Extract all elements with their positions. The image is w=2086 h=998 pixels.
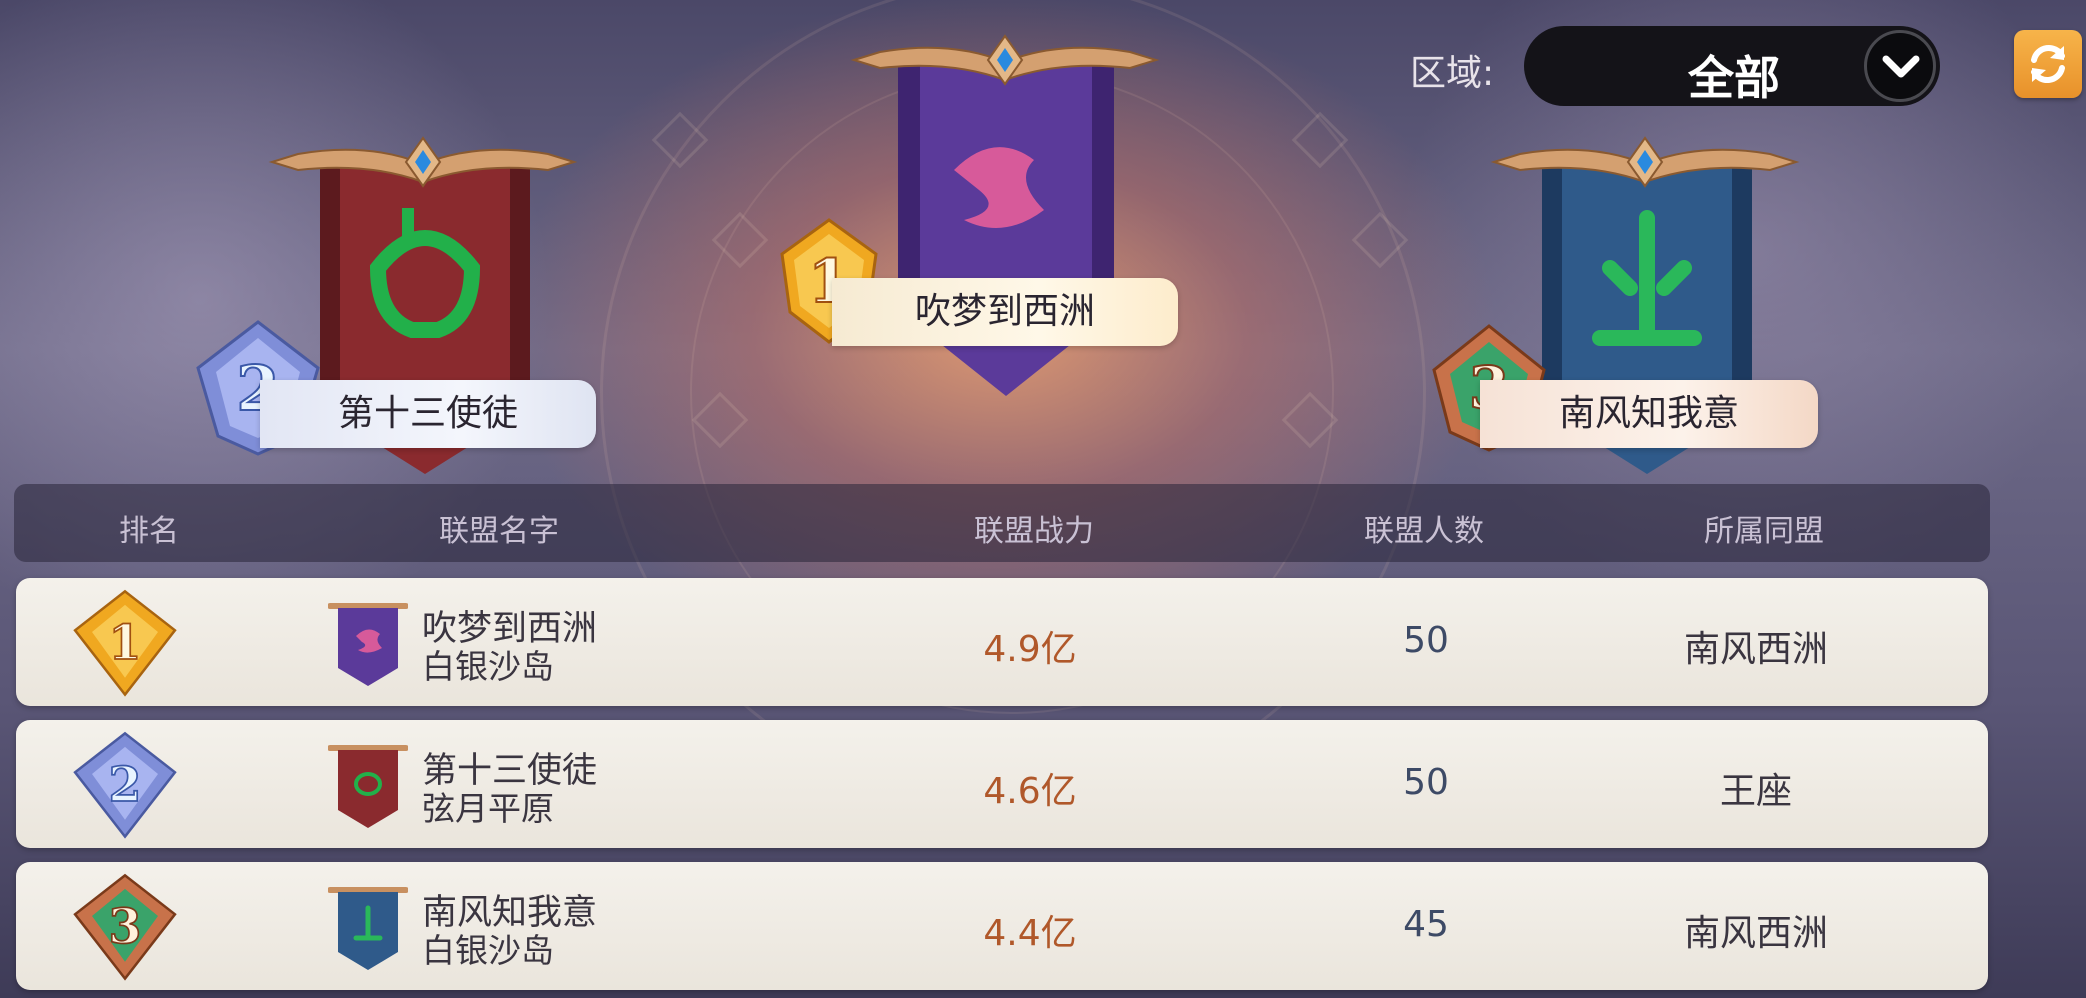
- table-row[interactable]: 3 南风知我意 白银沙岛 4.4亿 45 南风西洲: [16, 862, 1988, 990]
- alliance-group: 南风西洲: [1683, 629, 1828, 670]
- rank-number: 3: [109, 900, 142, 955]
- banner-rod: [850, 34, 1160, 86]
- table-row[interactable]: 1 吹梦到西洲 白银沙岛 4.9亿 50 南风西洲: [16, 578, 1988, 706]
- alliance-flag-icon: [328, 745, 408, 828]
- alliance-members: 45: [1403, 904, 1449, 945]
- podium-name-plate: 南风知我意: [1480, 380, 1818, 448]
- silver-rank-badge: 2: [73, 731, 177, 839]
- bronze-rank-badge: 3: [73, 873, 177, 981]
- alliance-flag-icon: [328, 887, 408, 970]
- rank-number: 1: [109, 616, 142, 671]
- alliance-power: 4.6亿: [983, 771, 1077, 812]
- header-alliance-power: 联盟战力: [974, 514, 1094, 549]
- server-name: 弦月平原: [422, 789, 554, 828]
- alliance-group: 王座: [1719, 771, 1792, 812]
- alliance-power: 4.9亿: [983, 629, 1077, 670]
- podium-name-plate: 吹梦到西洲: [832, 278, 1178, 346]
- podium-third[interactable]: 3 南风知我意: [1432, 132, 1830, 474]
- server-name: 白银沙岛: [422, 931, 554, 970]
- alliance-banner: [898, 60, 1114, 396]
- podium-second[interactable]: 2 第十三使徒: [196, 132, 608, 474]
- ranking-table-header: 排名 联盟名字 联盟战力 联盟人数 所属同盟: [14, 484, 1990, 562]
- refresh-button[interactable]: [2014, 30, 2082, 98]
- server-name: 白银沙岛: [422, 647, 554, 686]
- header-alliance-name: 联盟名字: [439, 514, 559, 549]
- banner-rod: [268, 136, 578, 188]
- region-label: 区域:: [1410, 53, 1495, 94]
- region-select[interactable]: 全部: [1524, 26, 1940, 106]
- gold-rank-badge: 1: [73, 589, 177, 697]
- header-alliance-members: 联盟人数: [1364, 514, 1484, 549]
- podium-name-plate: 第十三使徒: [260, 380, 596, 448]
- header-alliance-group: 所属同盟: [1704, 514, 1824, 549]
- refresh-icon: [2031, 44, 2065, 84]
- podium-first[interactable]: 1 吹梦到西洲: [780, 30, 1190, 396]
- banner-rod: [1490, 136, 1800, 188]
- chevron-down-icon[interactable]: [1864, 30, 1936, 102]
- rank-number: 2: [109, 758, 142, 813]
- alliance-members: 50: [1403, 620, 1449, 661]
- alliance-members: 50: [1403, 762, 1449, 803]
- alliance-flag-icon: [328, 603, 408, 686]
- alliance-group: 南风西洲: [1683, 913, 1828, 954]
- alliance-power: 4.4亿: [983, 913, 1077, 954]
- table-row[interactable]: 2 第十三使徒 弦月平原 4.6亿 50 王座: [16, 720, 1988, 848]
- header-rank: 排名: [119, 514, 179, 549]
